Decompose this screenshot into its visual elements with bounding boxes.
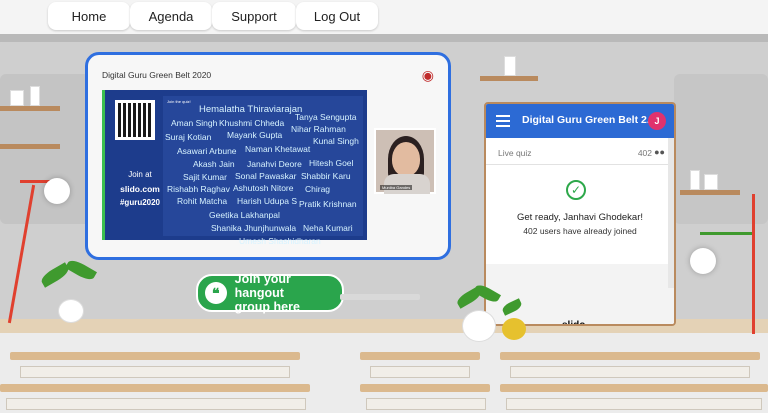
word-cloud-name: Hitesh Goel xyxy=(309,158,354,168)
word-cloud-name: Rishabh Raghav xyxy=(167,184,230,194)
shelf-book xyxy=(704,174,718,190)
left-shelf xyxy=(0,106,60,111)
virtual-room: Digital Guru Green Belt 2020 ◉ Join at s… xyxy=(0,34,768,413)
word-cloud-header: Join the quiz! xyxy=(167,99,191,104)
slido-footer: slido xyxy=(486,264,674,326)
word-cloud: Join the quiz! Hemalatha Thiraviarajan T… xyxy=(163,96,363,246)
desk-row xyxy=(500,352,760,360)
left-plant-pot xyxy=(58,299,84,323)
join-hangout-button[interactable]: ❝ Join your hangout group here xyxy=(196,272,344,314)
word-cloud-name: Janahvi Deore xyxy=(247,159,302,169)
desk-row xyxy=(360,384,490,392)
word-cloud-name: Aman Singh xyxy=(171,118,218,128)
word-cloud-name: Neha Kumari xyxy=(303,223,353,233)
slido-header: Digital Guru Green Belt 2... J xyxy=(486,104,674,138)
word-cloud-name: Sonal Pawaskar xyxy=(235,171,297,181)
word-cloud-name: Akash Jain xyxy=(193,159,235,169)
word-cloud-name: Shanika Jhunjhunwala xyxy=(211,223,297,233)
word-cloud-name: Nihar Rahman xyxy=(291,124,346,134)
slido-logo: slido xyxy=(562,320,586,326)
word-cloud-name: Rohit Matcha xyxy=(177,196,228,206)
center-plant-pot xyxy=(462,310,496,342)
hamburger-menu-icon[interactable] xyxy=(496,115,510,127)
presenter-name-label: Muniba Gandes xyxy=(380,185,413,190)
user-avatar[interactable]: J xyxy=(648,112,666,130)
divider xyxy=(486,164,674,165)
word-cloud-name: Hemalatha Thiraviarajan xyxy=(199,104,303,115)
presenter-video: Muniba Gandes xyxy=(374,128,436,194)
join-at-label: Join at xyxy=(128,170,152,179)
desk-row xyxy=(360,352,480,360)
word-cloud-name: Naman Khetawat xyxy=(245,144,311,154)
users-joined-text: 402 users have already joined xyxy=(523,226,637,236)
slido-site-label: slido.com xyxy=(120,184,160,194)
chair-row xyxy=(506,398,762,410)
left-shelf xyxy=(0,144,60,149)
shelf-book xyxy=(504,56,516,76)
chair-row xyxy=(20,366,290,378)
word-cloud-name: Tanya Sengupta xyxy=(295,112,357,122)
word-cloud-name: Suraj Kotian xyxy=(165,132,212,142)
word-cloud-name: Geetika Lakhanpal xyxy=(209,210,280,220)
side-table xyxy=(340,294,420,300)
word-cloud-name: Asawari Arbune xyxy=(177,146,237,156)
word-cloud-name: Pratik Krishnan xyxy=(299,199,357,209)
nav-home-button[interactable]: Home xyxy=(48,2,130,30)
chair-row xyxy=(6,398,306,410)
right-lamp-stand xyxy=(752,194,755,334)
word-cloud-name: Shabbir Karu xyxy=(301,171,351,181)
slido-scrollbar[interactable] xyxy=(668,138,674,288)
hangout-line2: group here xyxy=(234,300,300,314)
chair-row xyxy=(370,366,470,378)
word-cloud-name: Umesh Shashidharan xyxy=(239,236,321,246)
word-cloud-name: Chirag xyxy=(305,184,331,194)
presentation-screen: Digital Guru Green Belt 2020 ◉ Join at s… xyxy=(85,52,451,260)
shelf-book xyxy=(30,86,40,106)
slido-event-title: Digital Guru Green Belt 2... xyxy=(522,114,656,126)
left-lamp-globe xyxy=(44,178,70,204)
slido-panel[interactable]: Digital Guru Green Belt 2... J Live quiz… xyxy=(484,102,676,326)
chair-row xyxy=(510,366,750,378)
event-code-label: #guru2020 xyxy=(119,198,161,207)
word-cloud-name: Kunal Singh xyxy=(313,136,359,146)
desk-row xyxy=(0,384,310,392)
word-cloud-name: Ashutosh Nitore xyxy=(233,183,294,193)
slide-title: Digital Guru Green Belt 2020 xyxy=(102,70,212,80)
hangout-line1: Join your hangout xyxy=(234,272,291,300)
get-ready-message: Get ready, Janhavi Ghodekar! xyxy=(516,212,644,223)
word-cloud-name: Sajit Kumar xyxy=(183,172,227,182)
shelf-book xyxy=(10,90,24,106)
ceiling xyxy=(0,34,768,42)
participant-count: 402 xyxy=(637,148,652,158)
check-circle-icon: ✓ xyxy=(566,180,586,200)
top-nav: Home Agenda Support Log Out xyxy=(0,0,768,34)
shelf-book xyxy=(690,170,700,190)
hangouts-quote-icon: ❝ xyxy=(205,282,227,304)
qr-code-icon xyxy=(115,100,155,140)
nav-support-button[interactable]: Support xyxy=(212,2,296,30)
yellow-plant-pot xyxy=(502,318,526,340)
nav-agenda-button[interactable]: Agenda xyxy=(130,2,212,30)
right-lamp-arm xyxy=(700,232,752,235)
word-cloud-name: Khushmi Chheda xyxy=(219,118,285,128)
word-cloud-name: Mayank Gupta xyxy=(227,130,283,140)
desk-row xyxy=(10,352,300,360)
slide-content: Join at slido.com #guru2020 Join the qui… xyxy=(102,90,367,246)
people-icon: ●● xyxy=(654,147,665,157)
right-shelf xyxy=(480,76,538,81)
chair-row xyxy=(366,398,486,410)
event-logo-icon: ◉ xyxy=(421,67,434,83)
desk-row xyxy=(500,384,768,392)
word-cloud-name: Harish Udupa S xyxy=(237,196,298,206)
live-quiz-label: Live quiz xyxy=(498,148,532,158)
right-shelf xyxy=(680,190,740,195)
nav-logout-button[interactable]: Log Out xyxy=(296,2,378,30)
right-lamp-globe xyxy=(690,248,716,274)
